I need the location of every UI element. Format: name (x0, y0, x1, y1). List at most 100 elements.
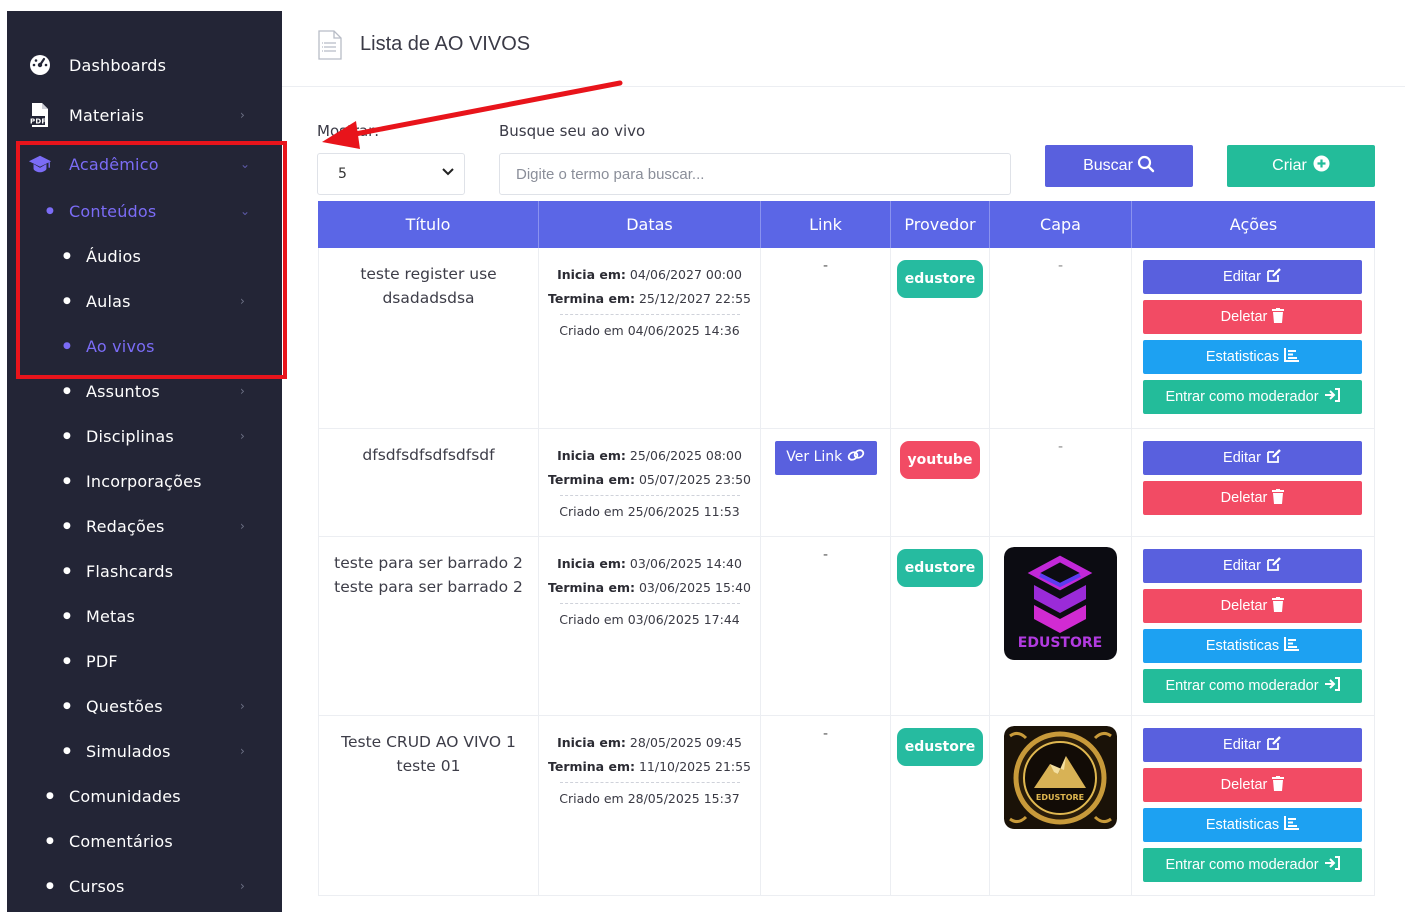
create-button[interactable]: Criar (1227, 145, 1375, 187)
search-label: Busque seu ao vivo (499, 122, 646, 140)
row-title-line: dfsdfsdfsdfsdfsdf (362, 446, 495, 464)
ends-label: Termina em: (547, 472, 635, 487)
row-title-line: teste para ser barrado 2 (334, 578, 523, 596)
column-header-provider[interactable]: Provedor (891, 201, 990, 248)
column-header-cover[interactable]: Capa (990, 201, 1132, 248)
row-link-cell: - (761, 248, 891, 428)
row-title-cell: teste para ser barrado 2 teste para ser … (318, 537, 539, 715)
bullet-icon: ● (63, 656, 72, 666)
sidebar-item-incorporacoes[interactable]: ● Incorporações (7, 463, 282, 499)
moderator-button[interactable]: Entrar como moderador (1143, 380, 1362, 414)
bar-chart-icon (1284, 816, 1300, 834)
edit-button-label: Editar (1223, 269, 1261, 285)
sidebar-item-questoes[interactable]: ● Questões › (7, 688, 282, 724)
chevron-down-icon (442, 166, 454, 180)
row-actions-cell: Editar Deletar Estatisticas Entrar como … (1132, 537, 1375, 715)
row-title-line: Teste CRUD AO VIVO 1 (341, 733, 516, 751)
moderator-button[interactable]: Entrar como moderador (1143, 848, 1362, 882)
link-empty: - (822, 726, 829, 742)
provider-badge: edustore (896, 728, 984, 766)
see-link-label: Ver Link (786, 449, 843, 465)
dashed-divider (559, 314, 740, 315)
row-link-cell: Ver Link (761, 429, 891, 536)
delete-button-label: Deletar (1220, 598, 1268, 614)
delete-button[interactable]: Deletar (1143, 300, 1362, 334)
bullet-icon: ● (46, 881, 55, 891)
show-entries-select[interactable]: 5 (317, 153, 465, 195)
sidebar-item-cursos[interactable]: ● Cursos › (7, 868, 282, 904)
bar-chart-icon (1284, 348, 1300, 366)
statistics-button-label: Estatisticas (1205, 349, 1280, 365)
table-header: Título Datas Link Provedor Capa Ações (318, 201, 1375, 248)
chevron-right-icon: › (240, 699, 245, 713)
edit-button-label: Editar (1223, 450, 1261, 466)
ends-value: 03/06/2025 15:40 (638, 580, 752, 595)
sidebar-item-flashcards[interactable]: ● Flashcards (7, 553, 282, 589)
svg-text:EDUSTORE: EDUSTORE (1018, 635, 1102, 651)
sidebar-item-label: Materiais (69, 105, 145, 125)
edit-button-label: Editar (1223, 737, 1261, 753)
plus-circle-icon (1313, 155, 1330, 177)
sign-in-icon (1324, 856, 1340, 874)
sidebar-item-comentarios[interactable]: ● Comentários (7, 823, 282, 859)
starts-label: Inicia em: (557, 267, 626, 282)
row-cover-cell: EDUSTORE (990, 716, 1132, 895)
statistics-button[interactable]: Estatisticas (1143, 629, 1362, 663)
statistics-button[interactable]: Estatisticas (1143, 808, 1362, 842)
ends-value: 25/12/2027 22:55 (638, 291, 752, 306)
ends-label: Termina em: (547, 291, 635, 306)
dashed-divider (559, 603, 740, 604)
search-input[interactable] (499, 153, 1011, 195)
edit-button[interactable]: Editar (1143, 549, 1362, 583)
ends-value: 11/10/2025 21:55 (638, 759, 752, 774)
created-value: 25/06/2025 11:53 (627, 504, 740, 519)
edit-button[interactable]: Editar (1143, 260, 1362, 294)
sidebar-item-label: Simulados (86, 741, 171, 761)
delete-button[interactable]: Deletar (1143, 481, 1362, 515)
sidebar-item-comunidades[interactable]: ● Comunidades (7, 778, 282, 814)
sidebar-item-metas[interactable]: ● Metas (7, 598, 282, 634)
edit-icon (1266, 448, 1282, 468)
row-link-cell: - (761, 716, 891, 895)
sidebar-item-dashboards[interactable]: Dashboards (7, 47, 282, 83)
page-header: Lista de AO VIVOS (282, 11, 1405, 87)
column-header-link[interactable]: Link (761, 201, 891, 248)
row-title-line: teste 01 (396, 757, 461, 775)
sidebar-item-materiais[interactable]: PDF Materiais › (7, 97, 282, 133)
sidebar-item-label: Questões (86, 696, 163, 716)
row-cover-cell: - (990, 429, 1132, 536)
statistics-button[interactable]: Estatisticas (1143, 340, 1362, 374)
statistics-button-label: Estatisticas (1205, 817, 1280, 833)
moderator-button[interactable]: Entrar como moderador (1143, 669, 1362, 703)
row-dates-cell: Inicia em: 28/05/2025 09:45 Termina em: … (539, 716, 761, 895)
sidebar-item-label: Comentários (69, 831, 173, 851)
edit-button[interactable]: Editar (1143, 728, 1362, 762)
created-value: 03/06/2025 17:44 (627, 612, 740, 627)
bullet-icon: ● (46, 836, 55, 846)
link-icon (847, 449, 865, 465)
sidebar-item-disciplinas[interactable]: ● Disciplinas › (7, 418, 282, 454)
page-title: Lista de AO VIVOS (360, 33, 531, 55)
sidebar-item-simulados[interactable]: ● Simulados › (7, 733, 282, 769)
edit-button[interactable]: Editar (1143, 441, 1362, 475)
search-button[interactable]: Buscar (1045, 145, 1193, 187)
trash-icon (1272, 488, 1285, 508)
created-label: Criado em (559, 612, 624, 627)
see-link-button[interactable]: Ver Link (774, 441, 877, 475)
row-provider-cell: youtube (891, 429, 990, 536)
sidebar-item-pdf[interactable]: ● PDF (7, 643, 282, 679)
delete-button[interactable]: Deletar (1143, 768, 1362, 802)
cover-thumbnail-edustore-purple: EDUSTORE (1004, 547, 1117, 660)
created-value: 04/06/2025 14:36 (627, 323, 740, 338)
column-header-actions[interactable]: Ações (1132, 201, 1375, 248)
starts-value: 03/06/2025 14:40 (629, 556, 742, 571)
search-icon (1137, 155, 1155, 178)
show-entries-label: Mostrar: (317, 122, 380, 140)
column-header-title[interactable]: Título (318, 201, 539, 248)
column-header-dates[interactable]: Datas (539, 201, 761, 248)
delete-button[interactable]: Deletar (1143, 589, 1362, 623)
row-title-line: teste register use (360, 265, 497, 283)
sidebar-item-redacoes[interactable]: ● Redações › (7, 508, 282, 544)
bullet-icon: ● (63, 386, 72, 396)
delete-button-label: Deletar (1220, 490, 1268, 506)
